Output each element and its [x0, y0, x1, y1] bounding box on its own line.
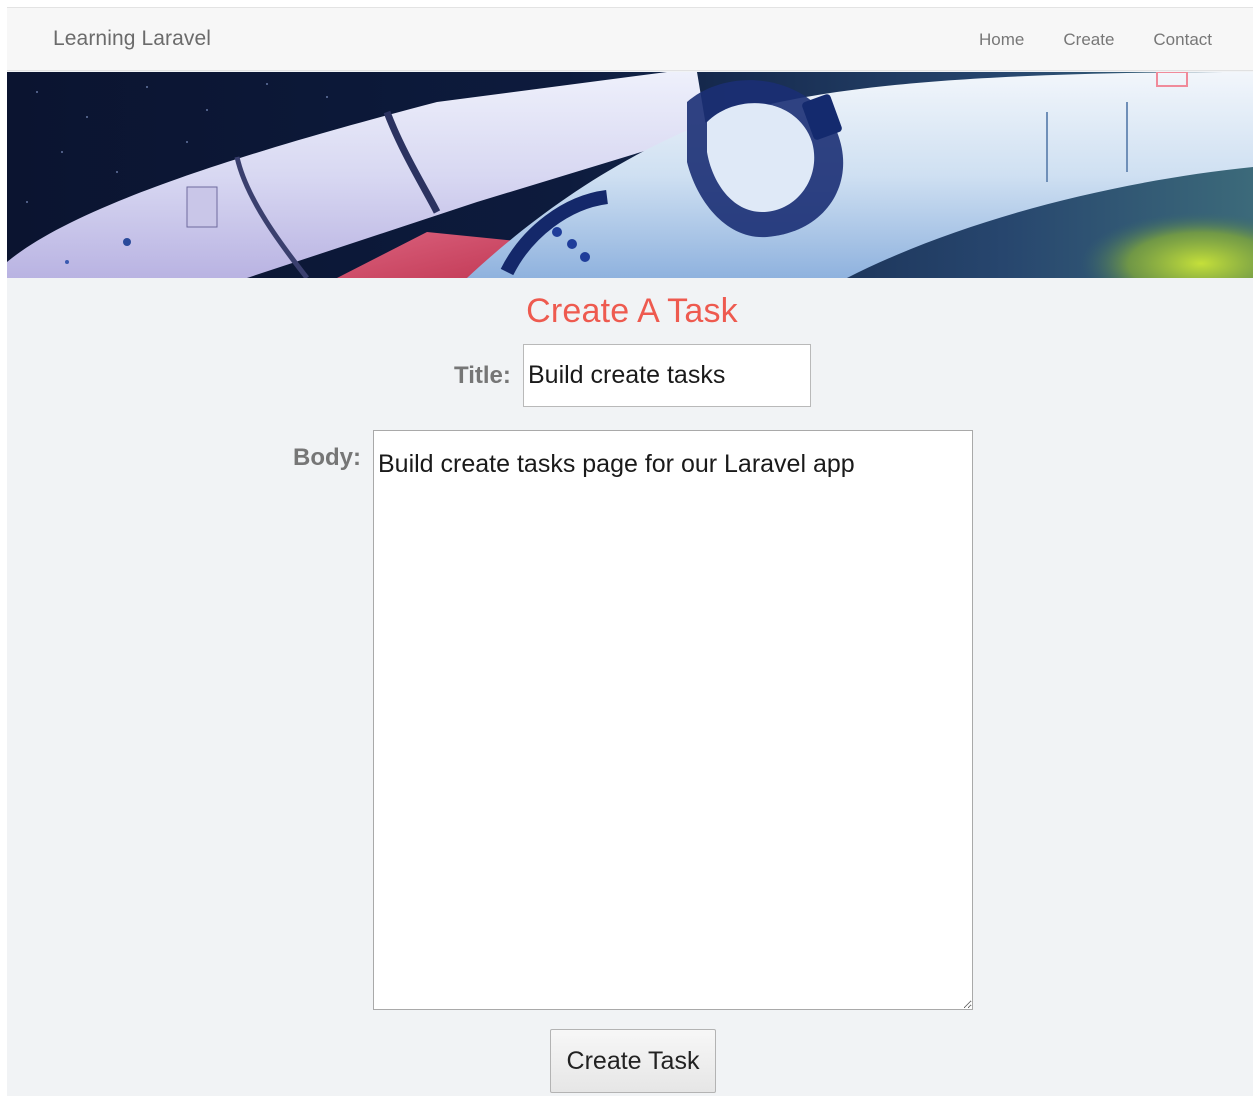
- nav-link-create[interactable]: Create: [1063, 30, 1114, 50]
- create-task-button[interactable]: Create Task: [550, 1029, 716, 1093]
- page: Learning Laravel Home Create Contact Cre…: [7, 7, 1253, 1096]
- title-label: Title:: [454, 362, 511, 389]
- page-heading: Create A Task: [526, 292, 738, 330]
- body-label: Body:: [293, 444, 361, 471]
- hero-banner-image: [7, 72, 1253, 278]
- nav-link-home[interactable]: Home: [979, 30, 1024, 50]
- body-textarea[interactable]: Build create tasks page for our Laravel …: [373, 430, 973, 1010]
- brand-link[interactable]: Learning Laravel: [53, 27, 211, 51]
- top-navbar: Learning Laravel Home Create Contact: [7, 7, 1253, 71]
- nav-links: Home Create Contact: [979, 8, 1253, 72]
- nav-link-contact[interactable]: Contact: [1153, 30, 1212, 50]
- title-input[interactable]: [523, 344, 811, 407]
